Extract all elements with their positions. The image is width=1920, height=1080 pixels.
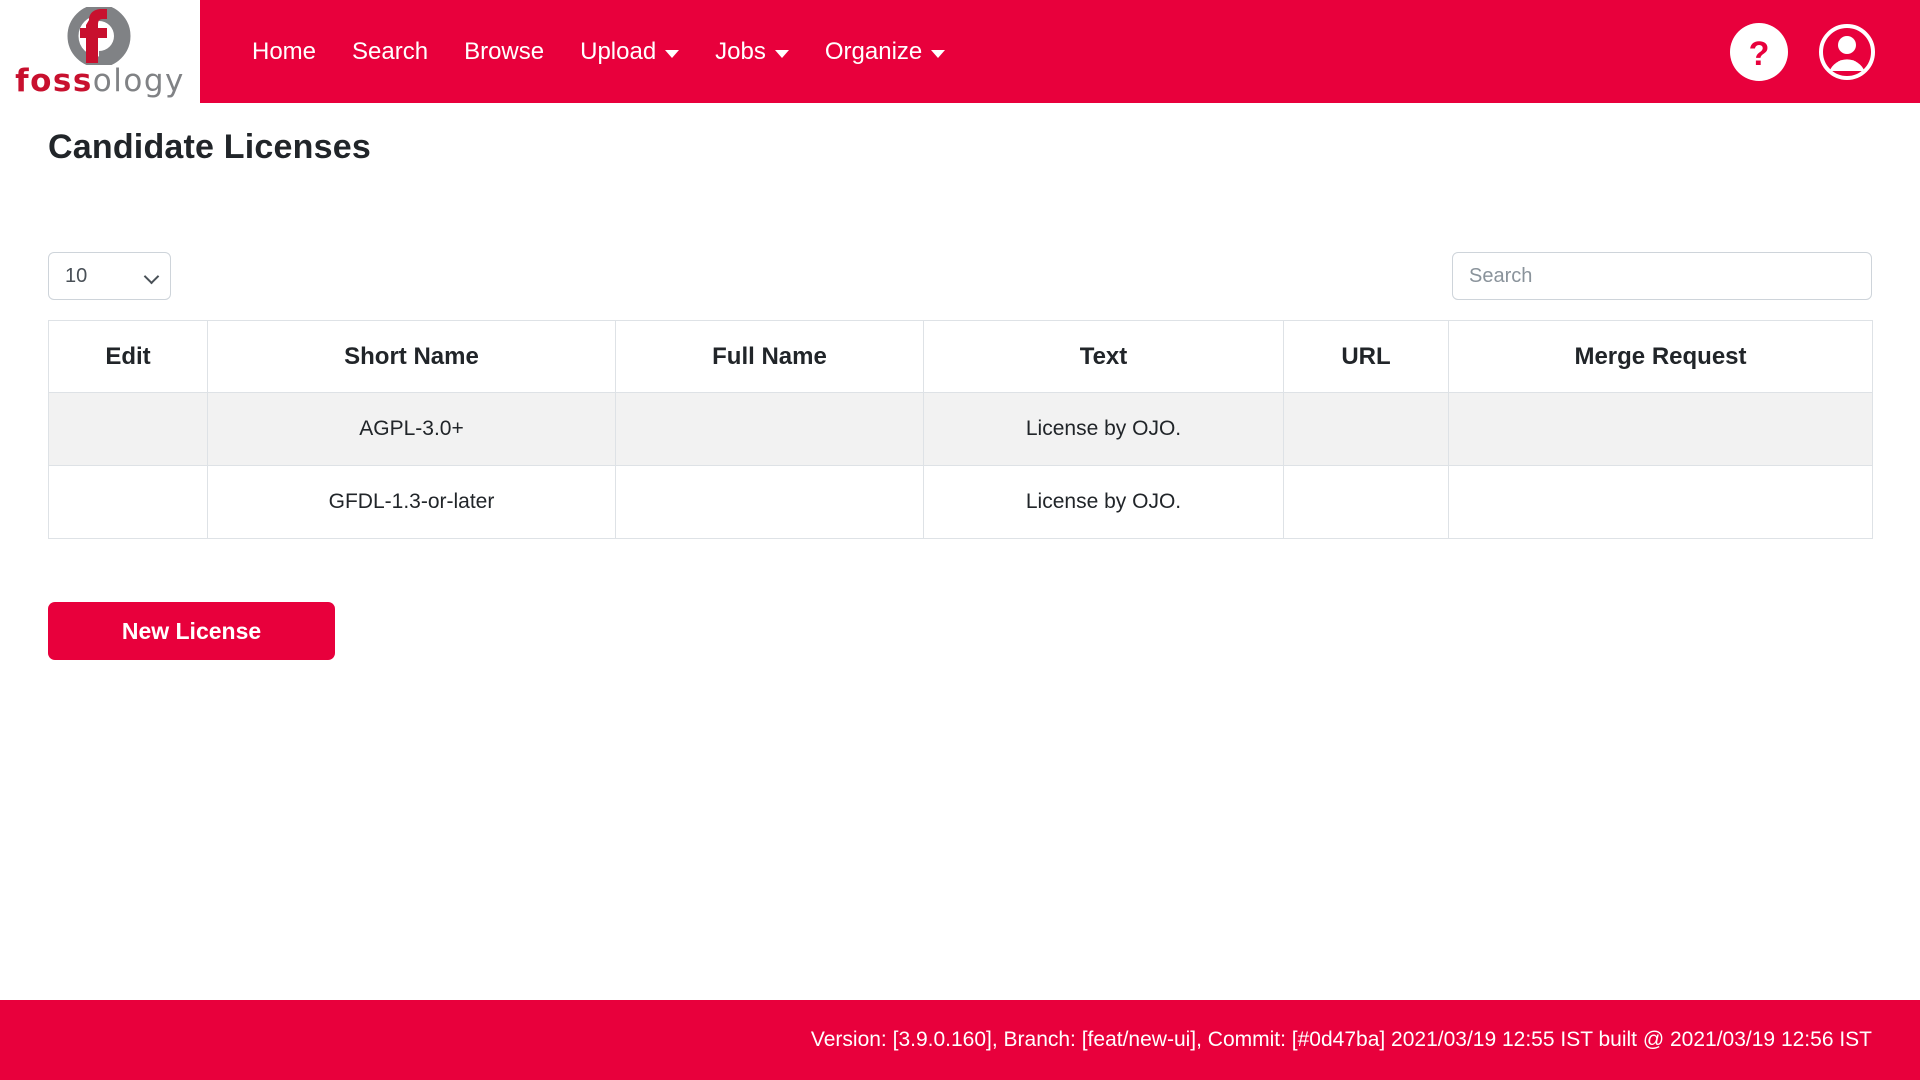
column-header-full-name[interactable]: Full Name xyxy=(615,320,924,393)
cell-text: License by OJO. xyxy=(923,465,1284,539)
nav-menu: Home Search Browse Upload Jobs Organize xyxy=(234,30,963,74)
table-body: AGPL-3.0+ License by OJO. GFDL-1.3-or-la… xyxy=(48,392,1873,539)
chevron-down-icon xyxy=(665,49,680,58)
brand-wordmark-part1: foss xyxy=(15,62,93,99)
help-question-icon[interactable]: ? xyxy=(1730,22,1788,81)
cell-short-name: AGPL-3.0+ xyxy=(207,392,616,466)
nav-item-jobs[interactable]: Jobs xyxy=(697,30,807,74)
cell-edit[interactable] xyxy=(48,465,208,539)
top-navigation-bar: fossology Home Search Browse Upload Jobs… xyxy=(0,0,1920,103)
nav-item-search[interactable]: Search xyxy=(334,30,446,74)
cell-full-name xyxy=(615,465,924,539)
search-input[interactable] xyxy=(1452,252,1872,300)
column-header-short-name[interactable]: Short Name xyxy=(207,320,616,393)
table-row[interactable]: GFDL-1.3-or-later License by OJO. xyxy=(48,465,1873,539)
svg-text:?: ? xyxy=(1749,35,1770,73)
nav-item-search-label: Search xyxy=(352,37,429,65)
nav-item-organize[interactable]: Organize xyxy=(807,30,963,74)
fossology-logo-icon xyxy=(67,6,131,65)
nav-item-jobs-label: Jobs xyxy=(715,37,766,65)
brand-wordmark: fossology xyxy=(15,62,185,99)
cell-url xyxy=(1283,392,1449,466)
new-license-button[interactable]: New License xyxy=(48,602,335,660)
nav-item-home[interactable]: Home xyxy=(234,30,334,74)
table-header: Edit Short Name Full Name Text URL Merge… xyxy=(48,320,1873,393)
nav-item-home-label: Home xyxy=(252,37,317,65)
cell-full-name xyxy=(615,392,924,466)
nav-item-browse[interactable]: Browse xyxy=(446,30,562,74)
cell-text: License by OJO. xyxy=(923,392,1284,466)
nav-item-browse-label: Browse xyxy=(464,37,545,65)
column-header-merge-request[interactable]: Merge Request xyxy=(1448,320,1873,393)
brand-wordmark-part2: ology xyxy=(92,62,185,99)
chevron-down-icon xyxy=(774,49,789,58)
page-title: Candidate Licenses xyxy=(48,128,371,166)
page-length-select-wrapper: 10 25 50 100 xyxy=(48,252,171,300)
user-account-icon[interactable] xyxy=(1818,23,1876,81)
brand-logo[interactable]: fossology xyxy=(0,0,200,103)
page-length-select[interactable]: 10 25 50 100 xyxy=(48,252,171,300)
cell-url xyxy=(1283,465,1449,539)
page-footer: Version: [3.9.0.160], Branch: [feat/new-… xyxy=(0,1000,1920,1080)
column-header-url[interactable]: URL xyxy=(1283,320,1449,393)
footer-version-text: Version: [3.9.0.160], Branch: [feat/new-… xyxy=(810,1028,1872,1051)
table-header-row: Edit Short Name Full Name Text URL Merge… xyxy=(48,320,1873,393)
column-header-text[interactable]: Text xyxy=(923,320,1284,393)
column-header-edit[interactable]: Edit xyxy=(48,320,208,393)
nav-item-upload-label: Upload xyxy=(580,37,657,65)
nav-item-upload[interactable]: Upload xyxy=(562,30,697,74)
cell-edit[interactable] xyxy=(48,392,208,466)
nav-right-actions: ? xyxy=(1730,22,1920,81)
chevron-down-icon xyxy=(931,49,946,58)
cell-short-name: GFDL-1.3-or-later xyxy=(207,465,616,539)
table-controls: 10 25 50 100 xyxy=(48,252,1872,300)
table-row[interactable]: AGPL-3.0+ License by OJO. xyxy=(48,392,1873,466)
cell-merge-request[interactable] xyxy=(1448,392,1873,466)
candidate-licenses-table: Edit Short Name Full Name Text URL Merge… xyxy=(48,320,1873,539)
cell-merge-request[interactable] xyxy=(1448,465,1873,539)
nav-item-organize-label: Organize xyxy=(824,37,923,65)
candidate-licenses-table-wrapper: Edit Short Name Full Name Text URL Merge… xyxy=(48,320,1873,539)
